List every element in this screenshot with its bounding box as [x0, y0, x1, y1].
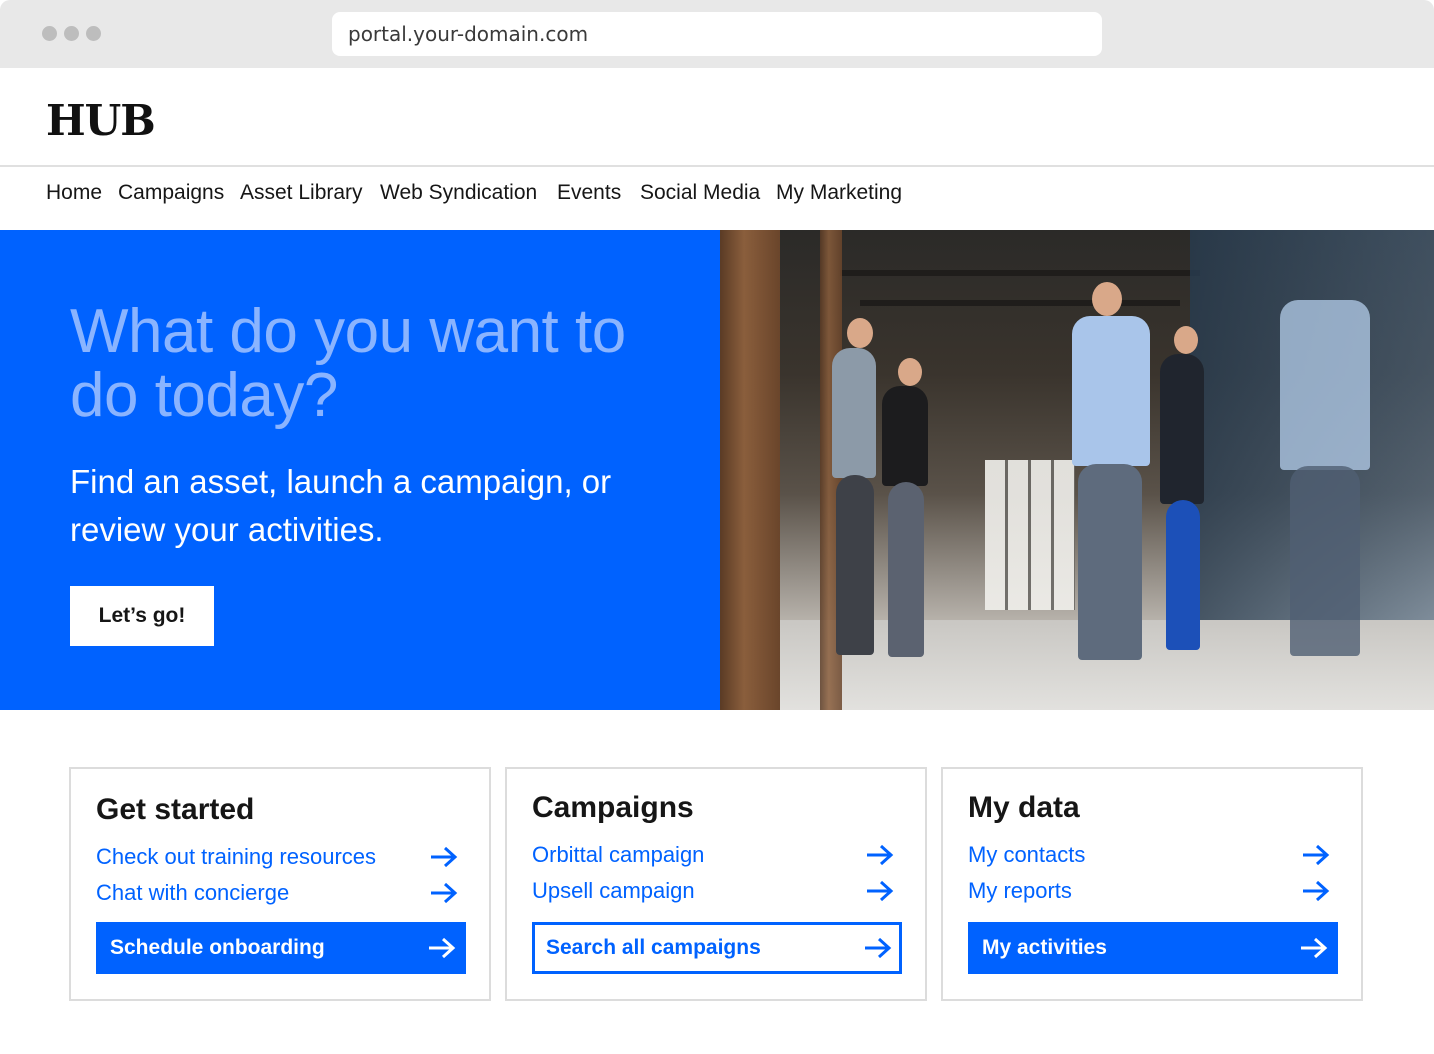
window-dot-icon[interactable] — [42, 26, 57, 41]
arrow-right-icon — [431, 882, 458, 904]
schedule-onboarding-button[interactable]: Schedule onboarding — [96, 922, 466, 974]
card-title: Campaigns — [532, 791, 694, 824]
link-my-contacts[interactable]: My contacts — [968, 839, 1330, 871]
link-training-resources[interactable]: Check out training resources — [96, 841, 458, 873]
card-title: Get started — [96, 793, 255, 826]
hero: What do you want to do today? Find an as… — [0, 230, 1434, 710]
card-title: My data — [968, 791, 1080, 824]
cta-label: Schedule onboarding — [110, 936, 325, 959]
card-campaigns: Campaigns Orbittal campaign Upsell campa… — [505, 767, 927, 1001]
nav-item-social-media[interactable]: Social Media — [640, 181, 760, 205]
nav-item-asset-library[interactable]: Asset Library — [240, 181, 363, 205]
card-get-started: Get started Check out training resources… — [69, 767, 491, 1001]
address-bar[interactable]: portal.your-domain.com — [332, 12, 1102, 56]
site-header: HUB — [0, 68, 1434, 167]
hero-heading: What do you want to do today? — [70, 297, 626, 430]
hub-logo[interactable]: HUB — [46, 96, 156, 145]
window-controls — [42, 26, 101, 41]
arrow-right-icon — [1301, 937, 1328, 959]
my-activities-button[interactable]: My activities — [968, 922, 1338, 974]
arrow-right-icon — [1303, 880, 1330, 902]
card-my-data: My data My contacts My reports My activi… — [941, 767, 1363, 1001]
window-dot-icon[interactable] — [86, 26, 101, 41]
card-link-label: My reports — [968, 878, 1072, 903]
hero-photo — [720, 230, 1434, 710]
link-my-reports[interactable]: My reports — [968, 875, 1330, 907]
card-link-label: Check out training resources — [96, 844, 377, 869]
hero-panel: What do you want to do today? Find an as… — [0, 230, 720, 710]
window-dot-icon[interactable] — [64, 26, 79, 41]
cta-label: My activities — [982, 936, 1107, 959]
hero-subheading: Find an asset, launch a campaign, or rev… — [70, 463, 612, 548]
cta-label: Search all campaigns — [546, 936, 761, 959]
link-upsell-campaign[interactable]: Upsell campaign — [532, 875, 894, 907]
arrow-right-icon — [1303, 844, 1330, 866]
arrow-right-icon — [431, 846, 458, 868]
search-all-campaigns-button[interactable]: Search all campaigns — [532, 922, 902, 974]
card-link-label: Upsell campaign — [532, 878, 695, 903]
arrow-right-icon — [429, 937, 456, 959]
nav-item-campaigns[interactable]: Campaigns — [118, 181, 224, 205]
arrow-right-icon — [867, 844, 894, 866]
arrow-right-icon — [865, 937, 892, 959]
card-link-label: Chat with concierge — [96, 880, 290, 905]
nav-item-events[interactable]: Events — [557, 181, 621, 205]
browser-chrome: portal.your-domain.com — [0, 0, 1434, 68]
arrow-right-icon — [867, 880, 894, 902]
card-link-label: My contacts — [968, 842, 1086, 867]
lets-go-button[interactable]: Let’s go! — [70, 586, 214, 646]
card-link-label: Orbittal campaign — [532, 842, 705, 867]
link-chat-concierge[interactable]: Chat with concierge — [96, 877, 458, 909]
main-nav: Home Campaigns Asset Library Web Syndica… — [0, 168, 1434, 230]
nav-item-web-syndication[interactable]: Web Syndication — [380, 181, 537, 205]
nav-item-home[interactable]: Home — [46, 181, 102, 205]
quick-links-section: Get started Check out training resources… — [0, 710, 1434, 1054]
link-orbittal-campaign[interactable]: Orbittal campaign — [532, 839, 894, 871]
nav-item-my-marketing[interactable]: My Marketing — [776, 181, 902, 205]
